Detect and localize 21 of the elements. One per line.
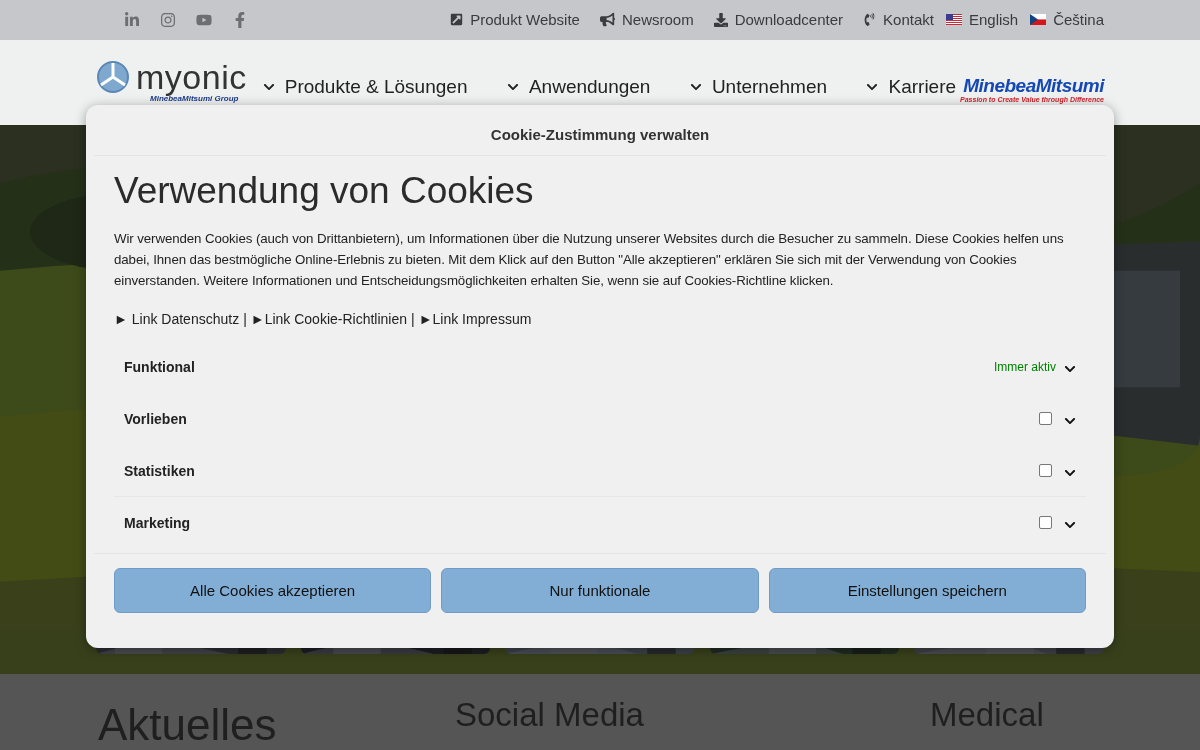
nav-item[interactable]: Produkte & Lösungen [262,75,468,98]
nav-item[interactable]: Unternehmen [689,75,827,98]
top-link[interactable]: Produkt Website [450,11,580,29]
nav-item[interactable]: Karriere [866,75,957,98]
megaphone-icon [599,12,615,28]
top-link[interactable]: Newsroom [599,11,694,29]
top-link[interactable]: English [945,11,1019,29]
nav-item[interactable]: Anwendungen [506,75,651,98]
logo-name: myonic [136,59,247,94]
top-link[interactable]: Downloadcenter [713,11,844,29]
logo-icon [96,59,130,94]
top-link[interactable]: Kontakt [863,11,934,29]
linkedin-icon[interactable] [124,11,140,28]
phone-icon [863,13,877,27]
external-link-icon [450,13,464,27]
flag-icon [945,14,962,26]
download-icon [713,12,728,27]
flag-icon [1030,14,1047,26]
top-link[interactable]: Čeština [1030,11,1104,29]
brand-name: MinebeaMitsumi [963,75,1104,96]
instagram-icon[interactable] [160,11,176,28]
